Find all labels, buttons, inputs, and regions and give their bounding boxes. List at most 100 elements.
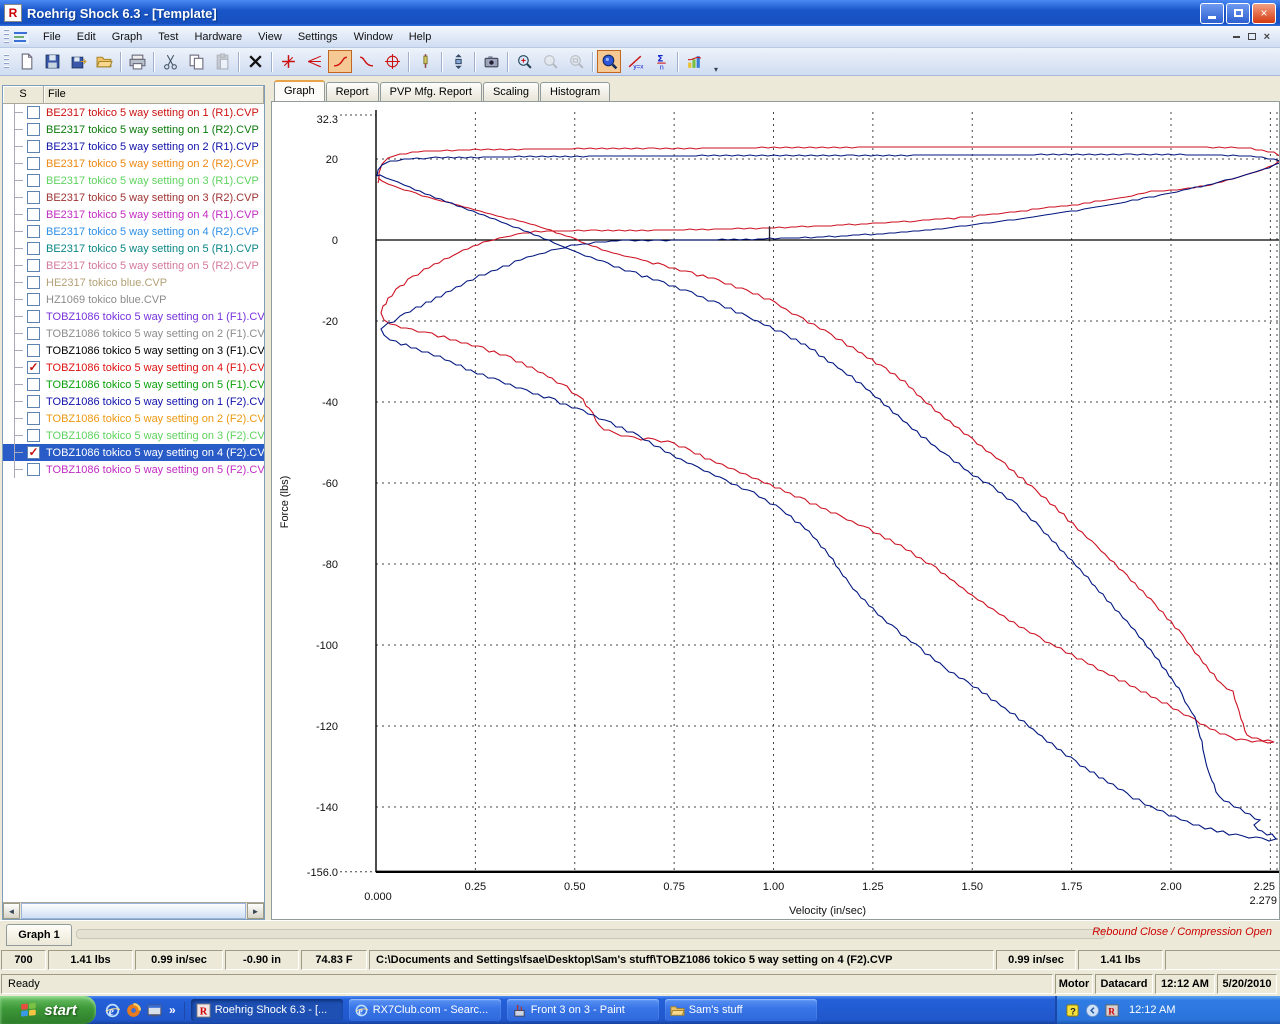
hide-icons-chevron[interactable] (1085, 1003, 1100, 1018)
zoom-window-icon[interactable] (564, 50, 588, 73)
file-row[interactable]: BE2317 tokico 5 way setting on 2 (R1).CV… (3, 138, 264, 155)
file-row[interactable]: BE2317 tokico 5 way setting on 3 (R2).CV… (3, 189, 264, 206)
menu-test[interactable]: Test (150, 28, 186, 46)
injector-icon[interactable] (413, 50, 437, 73)
file-row[interactable]: ✓TOBZ1086 tokico 5 way setting on 4 (F1)… (3, 359, 264, 376)
file-row[interactable]: BE2317 tokico 5 way setting on 3 (R1).CV… (3, 172, 264, 189)
file-row[interactable]: TOBZ1086 tokico 5 way setting on 5 (F1).… (3, 376, 264, 393)
file-checkbox[interactable] (27, 293, 40, 306)
scroll-right-arrow[interactable]: ► (247, 903, 264, 919)
roehrig-tray-icon[interactable]: R (1105, 1003, 1120, 1018)
file-checkbox[interactable] (27, 463, 40, 476)
file-checkbox[interactable] (27, 395, 40, 408)
file-checkbox[interactable] (27, 191, 40, 204)
copy-icon[interactable] (184, 50, 208, 73)
file-row[interactable]: BE2317 tokico 5 way setting on 5 (R2).CV… (3, 257, 264, 274)
tab-histogram[interactable]: Histogram (540, 82, 610, 101)
file-row[interactable]: TOBZ1086 tokico 5 way setting on 1 (F2).… (3, 393, 264, 410)
menu-view[interactable]: View (250, 28, 290, 46)
file-checkbox[interactable] (27, 344, 40, 357)
toolbar-grip[interactable] (4, 54, 9, 70)
task-button-roehrig-shock-6-3-[interactable]: RRoehrig Shock 6.3 - [... (191, 999, 343, 1021)
file-row[interactable]: ✓TOBZ1086 tokico 5 way setting on 4 (F2)… (3, 444, 264, 461)
task-button-front-3-on-3-paint[interactable]: Front 3 on 3 - Paint (507, 999, 659, 1021)
task-button-rx7club-com-searc-[interactable]: eRX7Club.com - Searc... (349, 999, 501, 1021)
tab-graph[interactable]: Graph (274, 80, 325, 101)
menu-help[interactable]: Help (401, 28, 440, 46)
tab-report[interactable]: Report (326, 82, 379, 101)
new-file-icon[interactable] (14, 50, 38, 73)
sigma-n-icon[interactable]: Σn (649, 50, 673, 73)
paste-icon[interactable] (210, 50, 234, 73)
firefox-icon[interactable] (125, 1002, 142, 1019)
file-row[interactable]: TOBZ1086 tokico 5 way setting on 3 (F2).… (3, 427, 264, 444)
graph-axes-icon[interactable] (276, 50, 300, 73)
scrollbar-thumb[interactable] (21, 903, 246, 919)
horizontal-scrollbar[interactable]: ◄ ► (3, 902, 264, 919)
quick-launch-overflow[interactable]: » (167, 1003, 176, 1017)
minimize-button[interactable] (1200, 3, 1224, 24)
graph-multi-curve-icon[interactable] (302, 50, 326, 73)
graph-curve-left-icon[interactable] (354, 50, 378, 73)
y-equals-x-icon[interactable]: y=x (623, 50, 647, 73)
file-row[interactable]: TOBZ1086 tokico 5 way setting on 2 (F2).… (3, 410, 264, 427)
menu-settings[interactable]: Settings (290, 28, 346, 46)
file-checkbox[interactable] (27, 242, 40, 255)
file-checkbox[interactable] (27, 327, 40, 340)
zoom-pan-icon[interactable] (538, 50, 562, 73)
file-row[interactable]: HZ1069 tokico blue.CVP (3, 291, 264, 308)
file-checkbox[interactable] (27, 259, 40, 272)
mdi-close-button[interactable]: × (1264, 31, 1270, 43)
menu-hardware[interactable]: Hardware (186, 28, 250, 46)
file-row[interactable]: TOBZ1086 tokico 5 way setting on 5 (F2).… (3, 461, 264, 478)
task-button-sam-s-stuff[interactable]: Sam's stuff (665, 999, 817, 1021)
file-row[interactable]: BE2317 tokico 5 way setting on 5 (R1).CV… (3, 240, 264, 257)
statistics-icon[interactable] (682, 50, 706, 73)
file-row[interactable]: BE2317 tokico 5 way setting on 4 (R1).CV… (3, 206, 264, 223)
file-row[interactable]: TOBZ1086 tokico 5 way setting on 2 (F1).… (3, 325, 264, 342)
delete-icon[interactable] (243, 50, 267, 73)
file-checkbox[interactable] (27, 310, 40, 323)
file-row[interactable]: BE2317 tokico 5 way setting on 4 (R2).CV… (3, 223, 264, 240)
file-checkbox[interactable] (27, 429, 40, 442)
file-checkbox[interactable] (27, 412, 40, 425)
ie-icon[interactable]: e (104, 1002, 121, 1019)
file-row[interactable]: HE2317 tokico blue.CVP (3, 274, 264, 291)
file-checkbox[interactable] (27, 174, 40, 187)
mdi-minimize-button[interactable] (1233, 36, 1240, 38)
file-checkbox[interactable] (27, 378, 40, 391)
file-checkbox[interactable] (27, 123, 40, 136)
zoom-in-icon[interactable] (512, 50, 536, 73)
help-icon[interactable]: ? (1065, 1003, 1080, 1018)
file-checkbox[interactable] (27, 106, 40, 119)
export-file-icon[interactable] (66, 50, 90, 73)
save-icon[interactable] (40, 50, 64, 73)
cut-icon[interactable] (158, 50, 182, 73)
graph-curve-icon[interactable] (328, 50, 352, 73)
menu-graph[interactable]: Graph (104, 28, 151, 46)
tab-graph-1[interactable]: Graph 1 (6, 924, 72, 946)
camera-icon[interactable] (479, 50, 503, 73)
gage-adjust-icon[interactable] (446, 50, 470, 73)
file-checkbox[interactable] (27, 140, 40, 153)
open-folder-icon[interactable] (92, 50, 116, 73)
graph-plot-area[interactable]: 32.3200-20-40-60-80-100-120-140-156.00.0… (271, 101, 1280, 920)
graph-target-icon[interactable] (380, 50, 404, 73)
file-row[interactable]: BE2317 tokico 5 way setting on 1 (R1).CV… (3, 104, 264, 121)
restore-button[interactable] (1226, 3, 1250, 24)
column-header-s[interactable]: S (3, 86, 44, 103)
toolbar-options-chevron[interactable]: ▾ (711, 50, 721, 74)
file-row[interactable]: TOBZ1086 tokico 5 way setting on 3 (F1).… (3, 342, 264, 359)
file-checkbox[interactable] (27, 157, 40, 170)
file-checkbox[interactable] (27, 276, 40, 289)
file-row[interactable]: BE2317 tokico 5 way setting on 1 (R2).CV… (3, 121, 264, 138)
file-checkbox[interactable] (27, 208, 40, 221)
tab-scaling[interactable]: Scaling (483, 82, 539, 101)
magnifier-icon[interactable] (597, 50, 621, 73)
mdi-restore-button[interactable] (1248, 33, 1256, 40)
column-header-file[interactable]: File (44, 86, 264, 103)
file-row[interactable]: BE2317 tokico 5 way setting on 2 (R2).CV… (3, 155, 264, 172)
show-desktop-icon[interactable] (146, 1002, 163, 1019)
file-checkbox[interactable] (27, 225, 40, 238)
menu-edit[interactable]: Edit (69, 28, 104, 46)
